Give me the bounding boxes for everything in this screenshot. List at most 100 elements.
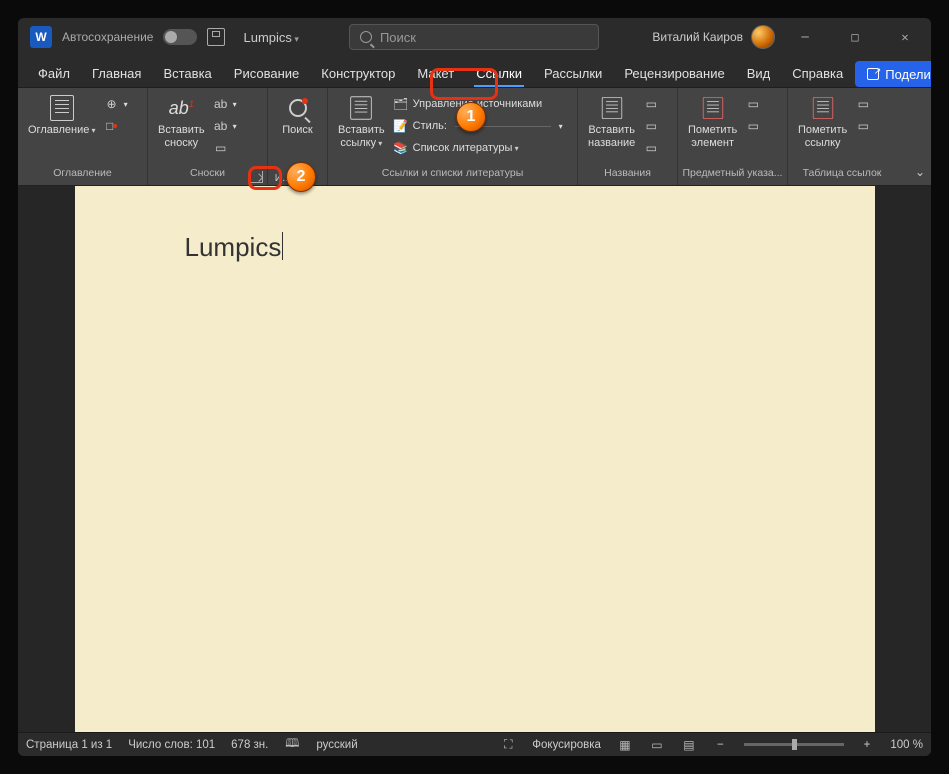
autosave-toggle[interactable] xyxy=(163,29,197,45)
update-table-button[interactable]: ▭ xyxy=(643,116,659,136)
bibliography-icon: 📚 xyxy=(393,140,409,156)
document-name[interactable]: Lumpics xyxy=(243,30,298,45)
show-notes-button[interactable]: ▭ xyxy=(213,138,237,158)
insert-citation-button[interactable]: Вставить ссылку xyxy=(334,92,389,151)
tab-layout[interactable]: Макет xyxy=(407,60,464,87)
tab-draw[interactable]: Рисование xyxy=(224,60,309,87)
group-footnotes: ab1 Вставить сноску ab▾ ab▾ ▭ Сноски И..… xyxy=(148,88,268,185)
tab-references[interactable]: Ссылки xyxy=(466,60,532,87)
zoom-in-button[interactable]: + xyxy=(860,739,875,751)
document-workarea[interactable]: Lumpics xyxy=(18,186,931,732)
toc-label: Оглавление xyxy=(28,124,96,137)
tab-mailings[interactable]: Рассылки xyxy=(534,60,612,87)
tab-file[interactable]: Файл xyxy=(28,60,80,87)
insert-footnote-label: Вставить сноску xyxy=(158,124,205,149)
web-layout-icon[interactable]: ▤ xyxy=(681,738,697,752)
word-logo-icon: W xyxy=(30,26,52,48)
insert-caption-label: Вставить название xyxy=(588,124,635,149)
insert-endnote-button[interactable]: ab▾ xyxy=(213,94,237,114)
share-label: Поделиться xyxy=(885,67,931,82)
zoom-level[interactable]: 100 % xyxy=(890,739,923,751)
mark-entry-button[interactable]: Пометить элемент xyxy=(684,92,741,151)
close-button[interactable]: ✕ xyxy=(885,22,925,52)
cross-reference-button[interactable]: ▭ xyxy=(643,138,659,158)
insert-caption-button[interactable]: Вставить название xyxy=(584,92,639,151)
user-name: Виталий Каиров xyxy=(652,30,743,44)
tab-insert[interactable]: Вставка xyxy=(153,60,221,87)
print-layout-icon[interactable]: ▭ xyxy=(649,738,665,752)
group-index: Пометить элемент ▭ ▭ Предметный указа... xyxy=(678,88,788,185)
status-language[interactable]: русский xyxy=(316,739,357,751)
minimize-button[interactable]: ─ xyxy=(785,22,825,52)
insert-index-button[interactable]: ▭ xyxy=(745,94,761,114)
focus-icon[interactable]: ⛶ xyxy=(500,738,516,752)
insert-index-icon: ▭ xyxy=(745,96,761,112)
text-cursor xyxy=(282,232,283,260)
group-title-toc: Оглавление xyxy=(18,167,147,185)
insert-toa-button[interactable]: ▭ xyxy=(855,94,871,114)
update-table-icon: ▭ xyxy=(643,118,659,134)
maximize-button[interactable]: □ xyxy=(835,22,875,52)
insert-citation-label: Вставить ссылку xyxy=(338,124,385,149)
next-footnote-icon: ab xyxy=(213,118,229,134)
status-chars[interactable]: 678 зн. xyxy=(231,739,268,751)
update-index-button[interactable]: ▭ xyxy=(745,116,761,136)
tab-design[interactable]: Конструктор xyxy=(311,60,405,87)
add-text-button[interactable]: ⊕▾ xyxy=(104,94,128,114)
insert-table-figures-button[interactable]: ▭ xyxy=(643,94,659,114)
research-search-button[interactable]: Поиск xyxy=(273,92,323,139)
autosave-label: Автосохранение xyxy=(62,30,153,44)
table-figures-icon: ▭ xyxy=(643,96,659,112)
tab-view[interactable]: Вид xyxy=(737,60,781,87)
search-box[interactable]: Поиск xyxy=(349,24,599,50)
footnote-side: ab▾ ab▾ ▭ xyxy=(213,92,237,158)
caption-icon xyxy=(597,94,627,122)
read-mode-icon[interactable]: ▦ xyxy=(617,738,633,752)
group-title-citations: Ссылки и списки литературы xyxy=(328,167,577,185)
manage-sources-icon: 🗂 xyxy=(393,96,409,112)
group-toa: Пометить ссылку ▭ ▭ Таблица ссылок xyxy=(788,88,896,185)
title-bar: W Автосохранение Lumpics Поиск Виталий К… xyxy=(18,18,931,56)
mark-citation-button[interactable]: Пометить ссылку xyxy=(794,92,851,151)
ribbon-collapse-button[interactable]: ⌄ xyxy=(915,165,925,179)
update-index-icon: ▭ xyxy=(745,118,761,134)
update-toa-icon: ▭ xyxy=(855,118,871,134)
captions-side: ▭ ▭ ▭ xyxy=(643,92,659,158)
research-search-icon xyxy=(283,94,313,122)
research-search-label: Поиск xyxy=(282,124,312,137)
style-icon: 📝 xyxy=(393,118,409,134)
share-icon xyxy=(867,68,879,80)
toc-button[interactable]: Оглавление xyxy=(24,92,100,139)
spellcheck-icon[interactable]: 🕮 xyxy=(284,738,300,752)
footnotes-launcher-icon[interactable] xyxy=(251,171,263,183)
save-icon[interactable] xyxy=(207,28,225,46)
search-placeholder: Поиск xyxy=(380,30,416,45)
index-side: ▭ ▭ xyxy=(745,92,761,136)
insert-footnote-button[interactable]: ab1 Вставить сноску xyxy=(154,92,209,151)
tab-help[interactable]: Справка xyxy=(782,60,853,87)
status-focus[interactable]: Фокусировка xyxy=(532,739,601,751)
footnote-icon: ab1 xyxy=(166,94,196,122)
status-words[interactable]: Число слов: 101 xyxy=(128,739,215,751)
update-toc-button[interactable]: □ xyxy=(104,116,128,136)
callout-badge-1: 1 xyxy=(456,102,486,132)
bibliography-button[interactable]: 📚Список литературы xyxy=(393,138,563,158)
zoom-out-button[interactable]: − xyxy=(713,739,728,751)
insert-toa-icon: ▭ xyxy=(855,96,871,112)
show-notes-icon: ▭ xyxy=(213,140,229,156)
toc-side-buttons: ⊕▾ □ xyxy=(104,92,128,136)
user-account[interactable]: Виталий Каиров xyxy=(652,25,775,49)
mark-entry-icon xyxy=(698,94,728,122)
tab-review[interactable]: Рецензирование xyxy=(614,60,734,87)
document-page[interactable]: Lumpics xyxy=(75,186,875,732)
tab-home[interactable]: Главная xyxy=(82,60,151,87)
mark-citation-label: Пометить ссылку xyxy=(798,124,847,149)
status-page[interactable]: Страница 1 из 1 xyxy=(26,739,112,751)
add-text-icon: ⊕ xyxy=(104,96,120,112)
update-toa-button[interactable]: ▭ xyxy=(855,116,871,136)
mark-citation-icon xyxy=(808,94,838,122)
next-footnote-button[interactable]: ab▾ xyxy=(213,116,237,136)
share-button[interactable]: Поделиться xyxy=(855,61,931,87)
zoom-slider[interactable] xyxy=(744,743,844,746)
group-title-captions: Названия xyxy=(578,167,677,185)
